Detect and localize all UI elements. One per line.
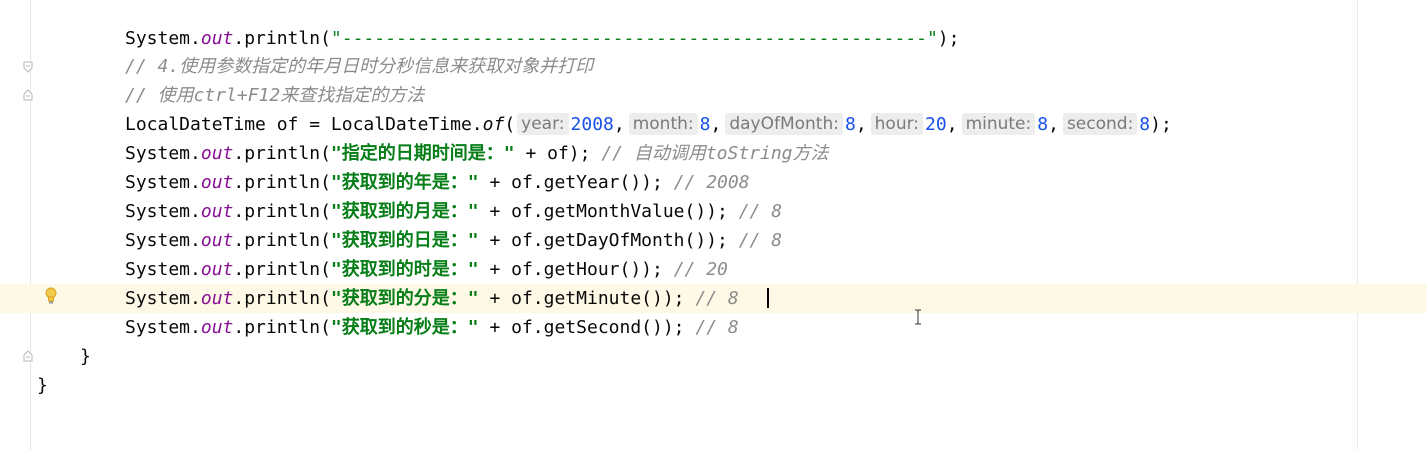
code-line[interactable]: } (0, 371, 1426, 400)
string-literal: "获取到的秒是：" (330, 317, 479, 338)
text-cursor-icon (913, 309, 923, 325)
number-literal: 8 (1139, 114, 1151, 135)
code-line[interactable]: // 4.使用参数指定的年月日时分秒信息来获取对象并打印 (0, 52, 1426, 81)
code-token: .println( (233, 317, 331, 338)
code-token: .println( (233, 201, 331, 222)
code-comment: // 20 (673, 259, 728, 280)
code-token: System. (125, 172, 201, 193)
code-token: System. (125, 201, 201, 222)
code-comment: // 8 (738, 201, 783, 222)
string-literal: "获取到的年是：" (330, 172, 479, 193)
code-token: out (200, 317, 234, 338)
string-literal: "获取到的日是：" (330, 230, 479, 251)
code-line[interactable]: } (0, 342, 1426, 371)
code-token: + of.getYear()); (478, 172, 674, 193)
string-literal: "指定的日期时间是：" (330, 143, 515, 164)
code-token: out (200, 143, 234, 164)
code-token: + of.getDayOfMonth()); (478, 230, 739, 251)
code-line[interactable]: System.out.println("获取到的时是：" + of.getHou… (0, 255, 1426, 284)
code-line[interactable]: System.out.println("--------------------… (0, 24, 1426, 53)
parameter-hint: second: (1062, 113, 1138, 135)
number-literal: 8 (699, 114, 711, 135)
code-line[interactable]: // 使用ctrl+F12来查找指定的方法 (0, 81, 1426, 110)
code-token: System. (125, 317, 201, 338)
method-name: of (482, 114, 505, 135)
string-literal: "获取到的分是：" (330, 288, 479, 309)
parameter-hint: minute: (961, 113, 1036, 135)
code-token: System. (125, 259, 201, 280)
code-token: .println( (233, 259, 331, 280)
parameter-hint: dayOfMonth: (725, 113, 843, 135)
number-literal: 2008 (570, 114, 614, 135)
closing-brace: } (80, 346, 91, 367)
string-literal: "---------------------------------------… (330, 28, 938, 49)
code-token: + of.getMinute()); (478, 288, 696, 309)
parameter-hint: month: (628, 113, 698, 135)
code-line[interactable]: System.out.println("获取到的月是：" + of.getMon… (0, 197, 1426, 226)
code-token: .println( (233, 288, 331, 309)
code-token: out (200, 28, 234, 49)
code-line[interactable]: LocalDateTime of = LocalDateTime.of(year… (0, 110, 1426, 139)
code-line[interactable]: System.out.println("获取到的日是：" + of.getDay… (0, 226, 1426, 255)
code-line[interactable]: System.out.println("获取到的年是：" + of.getYea… (0, 168, 1426, 197)
code-comment: // 8 (695, 288, 739, 309)
code-comment: // 使用ctrl+F12来查找指定的方法 (125, 85, 425, 106)
code-token: out (200, 288, 234, 309)
code-comment: // 自动调用toString方法 (601, 143, 829, 164)
lightbulb-intention-icon[interactable] (44, 287, 58, 305)
code-token: + of.getSecond()); (478, 317, 696, 338)
number-literal: 8 (844, 114, 856, 135)
code-token: out (200, 172, 234, 193)
code-token: .println( (233, 172, 331, 193)
code-token: .println( (233, 143, 331, 164)
closing-brace: } (37, 375, 48, 396)
code-token: out (200, 230, 234, 251)
code-token: .println( (233, 230, 331, 251)
code-token: ); (1150, 114, 1172, 135)
parameter-hint: year: (517, 113, 569, 135)
code-line-current[interactable]: System.out.println("获取到的分是：" + of.getMin… (0, 284, 1426, 313)
code-line[interactable]: System.out.println("获取到的秒是：" + of.getSec… (0, 313, 1426, 342)
code-token: + of.getHour()); (478, 259, 674, 280)
text-caret (767, 288, 769, 308)
code-comment: // 8 (738, 230, 783, 251)
string-literal: "获取到的时是：" (330, 259, 479, 280)
code-token: System. (125, 288, 201, 309)
number-literal: 8 (1037, 114, 1049, 135)
code-token: LocalDateTime of = LocalDateTime. (125, 114, 483, 135)
code-token: System. (125, 28, 201, 49)
parameter-hint: hour: (870, 113, 924, 135)
code-token: + of.getMonthValue()); (478, 201, 739, 222)
code-token: out (200, 259, 234, 280)
code-token: System. (125, 230, 201, 251)
code-comment: // 8 (695, 317, 739, 338)
code-token: .println( (233, 28, 331, 49)
number-literal: 20 (925, 114, 947, 135)
code-token: ( (504, 114, 516, 135)
code-token: + of); (514, 143, 602, 164)
code-line[interactable]: System.out.println("指定的日期时间是：" + of); //… (0, 139, 1426, 168)
code-token: ); (937, 28, 960, 49)
code-comment: // 4.使用参数指定的年月日时分秒信息来获取对象并打印 (125, 56, 594, 77)
code-token: out (200, 201, 234, 222)
code-comment: // 2008 (673, 172, 750, 193)
code-token: System. (125, 143, 201, 164)
string-literal: "获取到的月是：" (330, 201, 479, 222)
